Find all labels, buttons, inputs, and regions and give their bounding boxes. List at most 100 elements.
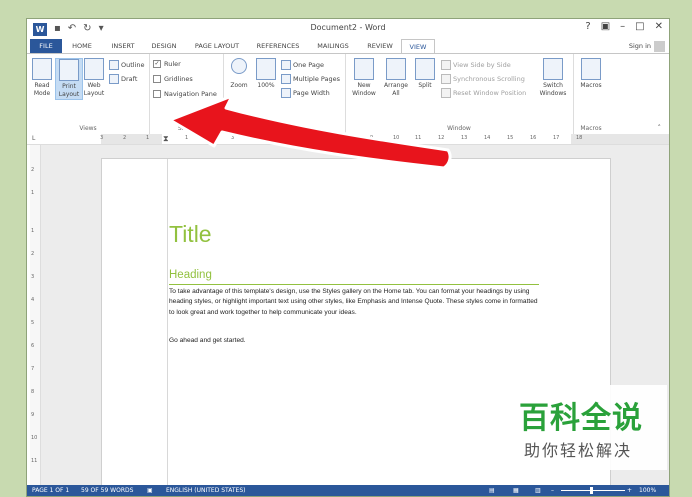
maximize-button[interactable]: □ <box>635 21 644 32</box>
nav-pane-box-icon <box>153 90 161 98</box>
sign-in-label: Sign in <box>628 42 651 50</box>
title-bar: W ▪ ↶ ↻ ▾ Document2 - Word ? ▣ – □ ✕ <box>27 19 669 39</box>
reset-position-button[interactable]: Reset Window Position <box>441 88 526 98</box>
ruler-number: 8 <box>347 135 351 141</box>
zoom-100-icon <box>256 58 276 80</box>
page-width-button[interactable]: Page Width <box>281 88 330 98</box>
ruler-number: 17 <box>553 135 560 141</box>
macros-group-label: Macros <box>580 125 602 132</box>
tab-file[interactable]: FILE <box>30 39 62 53</box>
language-indicator[interactable]: ENGLISH (UNITED STATES) <box>166 485 246 496</box>
ruler-number: 3 <box>231 135 235 141</box>
zoom-100-button[interactable]: 100% <box>253 58 279 90</box>
view-side-by-side-button[interactable]: View Side by Side <box>441 60 511 70</box>
sync-scrolling-button[interactable]: Synchronous Scrolling <box>441 74 525 84</box>
multiple-pages-button[interactable]: Multiple Pages <box>281 74 340 84</box>
tab-insert[interactable]: INSERT <box>105 39 141 53</box>
heading-underline <box>169 284 539 285</box>
indent-marker-icon[interactable]: ⧗ <box>163 134 169 144</box>
vruler-number: 1 <box>31 190 35 196</box>
zoom-in-icon[interactable]: + <box>627 485 632 496</box>
help-icon[interactable]: ? <box>585 21 590 32</box>
read-mode-status-icon[interactable]: ▤ <box>489 485 495 496</box>
proofing-icon[interactable]: ▣ <box>147 485 153 496</box>
tab-page-layout[interactable]: PAGE LAYOUT <box>189 39 245 53</box>
gridlines-box-icon <box>153 75 161 83</box>
one-page-button[interactable]: One Page <box>281 60 324 70</box>
document-heading[interactable]: Heading <box>169 269 212 281</box>
outline-button[interactable]: Outline <box>109 60 145 70</box>
draft-button[interactable]: Draft <box>109 74 137 84</box>
close-button[interactable]: ✕ <box>655 21 663 32</box>
sign-in[interactable]: Sign in <box>629 39 665 53</box>
vruler-number: 1 <box>31 228 35 234</box>
minimize-button[interactable]: – <box>620 21 625 32</box>
print-layout-icon <box>59 59 79 81</box>
tab-design[interactable]: DESIGN <box>145 39 183 53</box>
ribbon-display-icon[interactable]: ▣ <box>601 21 610 32</box>
horizontal-ruler[interactable]: L 3 2 1 1 2 3 4 5 6 7 8 9 10 11 12 13 14… <box>27 134 669 145</box>
ruler-number: 12 <box>438 135 445 141</box>
window-title: Document2 - Word <box>310 23 386 32</box>
ruler-number: 4 <box>255 135 259 141</box>
vruler-number: 2 <box>31 251 35 257</box>
tab-mailings[interactable]: MAILINGS <box>311 39 355 53</box>
vertical-ruler[interactable]: 2 1 1 2 3 4 5 6 7 8 9 10 11 <box>30 145 41 485</box>
macros-icon <box>581 58 601 80</box>
ruler-checkbox[interactable]: ✓ Ruler <box>153 60 181 68</box>
new-window-button[interactable]: New Window <box>349 58 379 98</box>
document-title[interactable]: Title <box>169 221 212 248</box>
navigation-pane-checkbox[interactable]: Navigation Pane <box>153 90 217 98</box>
tab-selector-icon[interactable]: L <box>32 135 35 142</box>
reset-position-icon <box>441 88 451 98</box>
arrange-all-button[interactable]: Arrange All <box>381 58 411 98</box>
zoom-level[interactable]: 100% <box>639 485 656 496</box>
zoom-out-icon[interactable]: – <box>551 485 554 496</box>
tab-review[interactable]: REVIEW <box>361 39 399 53</box>
macros-button[interactable]: Macros <box>577 58 605 90</box>
read-mode-icon <box>32 58 52 80</box>
new-window-icon <box>354 58 374 80</box>
split-button[interactable]: Split <box>411 58 439 90</box>
one-page-icon <box>281 60 291 70</box>
watermark-title: 百科全说 <box>519 401 643 436</box>
vruler-number: 10 <box>31 435 38 441</box>
page-width-icon <box>281 88 291 98</box>
ruler-number: 10 <box>393 135 400 141</box>
zoom-button[interactable]: Zoom <box>226 58 252 90</box>
ruler-left-margin <box>101 134 162 144</box>
tab-references[interactable]: REFERENCES <box>251 39 305 53</box>
word-count[interactable]: 59 OF 59 WORDS <box>81 485 133 496</box>
views-group: Read Mode Print Layout Web Layout Outlin… <box>27 54 150 134</box>
web-layout-status-icon[interactable]: ▥ <box>535 485 541 496</box>
outline-icon <box>109 60 119 70</box>
print-layout-status-icon[interactable]: ▦ <box>513 485 519 496</box>
page-count[interactable]: PAGE 1 OF 1 <box>32 485 69 496</box>
zoom-group: Zoom 100% One Page Multiple Pages Page W… <box>223 54 346 134</box>
ruler-number: 16 <box>530 135 537 141</box>
collapse-ribbon-icon[interactable]: ˄ <box>658 124 662 132</box>
web-layout-button[interactable]: Web Layout <box>81 58 107 98</box>
split-icon <box>415 58 435 80</box>
ruler-number: 6 <box>301 135 305 141</box>
vruler-number: 7 <box>31 366 35 372</box>
read-mode-button[interactable]: Read Mode <box>29 58 55 98</box>
show-group: ✓ Ruler Gridlines Navigation Pane Show <box>149 54 224 134</box>
watermark: 百科全说 助你轻松解决 <box>497 385 667 470</box>
window-controls: ? ▣ – □ ✕ <box>585 21 663 32</box>
side-by-side-icon <box>441 60 451 70</box>
tab-home[interactable]: HOME <box>65 39 99 53</box>
zoom-slider[interactable] <box>561 490 625 491</box>
print-layout-button[interactable]: Print Layout <box>55 58 83 100</box>
window-group: New Window Arrange All Split View Side b… <box>345 54 574 134</box>
magnifier-icon <box>231 58 247 74</box>
gridlines-checkbox[interactable]: Gridlines <box>153 75 193 83</box>
ruler-number: 9 <box>370 135 374 141</box>
zoom-slider-thumb[interactable] <box>590 487 593 494</box>
switch-windows-button[interactable]: Switch Windows <box>537 58 569 98</box>
switch-windows-icon <box>543 58 563 80</box>
document-paragraph-2[interactable]: Go ahead and get started. <box>169 337 246 344</box>
views-group-label: Views <box>79 125 97 132</box>
tab-view[interactable]: VIEW <box>401 39 435 54</box>
document-paragraph[interactable]: To take advantage of this template's des… <box>169 287 539 318</box>
